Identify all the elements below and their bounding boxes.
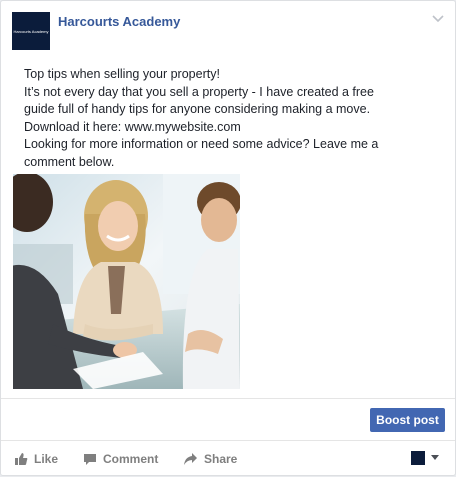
post-action-bar: Like Comment Share [1,441,455,477]
post-line: Looking for more information or need som… [24,137,379,152]
post-line: It’s not every day that you sell a prope… [24,84,374,99]
chevron-down-icon[interactable] [432,14,444,24]
page-identity-selector[interactable] [411,449,439,467]
post-line: Top tips when selling your property! [24,67,220,81]
post-message: Top tips when selling your property! It’… [24,66,444,172]
comment-label: Comment [103,452,159,466]
photo-illustration [13,174,240,389]
like-label: Like [34,452,59,466]
boost-post-button[interactable]: Boost post [370,408,445,432]
caret-down-icon [431,455,439,460]
avatar-logo-text: Harcourts Academy [13,28,49,34]
post-photo[interactable] [13,174,240,389]
share-arrow-icon [184,453,197,465]
post-header: Harcourts Academy Harcourts Academy [12,12,444,52]
page-avatar[interactable]: Harcourts Academy [12,12,50,50]
post-line: guide full of handy tips for anyone cons… [24,102,371,117]
page-name-link[interactable]: Harcourts Academy [58,14,180,29]
comment-bubble-icon [84,454,96,465]
post-card: Harcourts Academy Harcourts Academy Top … [0,0,456,476]
thumbs-up-icon [15,453,28,465]
like-button[interactable]: Like [14,441,58,477]
comment-button[interactable]: Comment [83,441,158,477]
share-label: Share [204,452,238,466]
post-line: Download it here: www.mywebsite.com [24,119,241,134]
page-mini-avatar [411,451,425,465]
post-line: comment below. [24,154,115,169]
divider [1,398,455,399]
share-button[interactable]: Share [183,441,237,477]
